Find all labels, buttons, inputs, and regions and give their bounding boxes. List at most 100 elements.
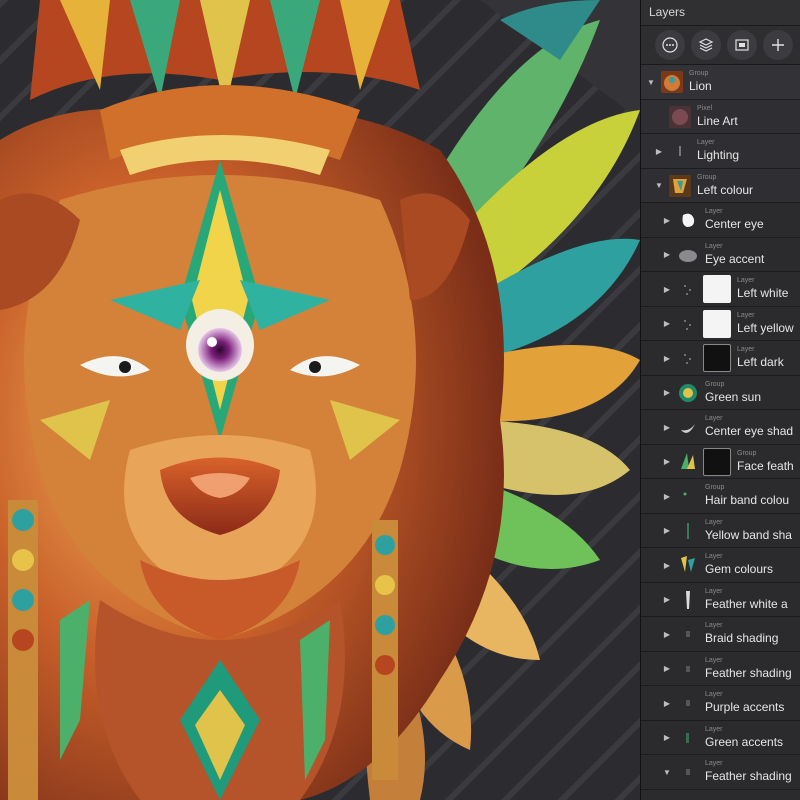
add-layer-icon[interactable] xyxy=(763,30,793,60)
expand-chevron-icon[interactable]: ▶ xyxy=(661,479,673,513)
layer-thumbnail xyxy=(677,727,699,749)
layers-toolbar xyxy=(641,26,800,65)
layer-type-label: Group xyxy=(737,449,757,457)
mask-icon[interactable] xyxy=(727,30,757,60)
expand-chevron-icon[interactable]: ▶ xyxy=(661,307,673,341)
expand-chevron-icon[interactable]: ▶ xyxy=(661,203,673,237)
layer-row[interactable]: ▶ Layer Purple accents xyxy=(641,686,800,721)
layer-type-label: Layer xyxy=(737,311,755,319)
layer-row[interactable]: ▶ Layer Left yellow xyxy=(641,306,800,341)
layer-type-label: Layer xyxy=(737,346,755,353)
expand-chevron-icon[interactable]: ▶ xyxy=(661,410,673,444)
layer-thumbnail xyxy=(677,451,699,473)
layer-thumbnail xyxy=(669,140,691,162)
layer-row[interactable]: ▶ Layer Left white xyxy=(641,272,800,307)
layer-row[interactable]: ▶ Layer Lighting xyxy=(641,134,800,169)
layer-row[interactable]: ▼ Group Left colour xyxy=(641,168,800,203)
layer-row[interactable]: Pixel Line Art xyxy=(641,99,800,134)
panel-title: Layers xyxy=(641,0,800,26)
layer-type-label: Layer xyxy=(705,208,723,215)
layer-row[interactable]: ▶ Layer Yellow band sha xyxy=(641,513,800,548)
layer-thumbnail xyxy=(677,313,699,335)
layer-thumbnail xyxy=(677,761,699,783)
expand-chevron-icon[interactable]: ▶ xyxy=(661,272,673,306)
layer-row[interactable]: ▶ Layer Eye accent xyxy=(641,237,800,272)
layer-row[interactable]: ▶ Group Green sun xyxy=(641,375,800,410)
layer-row[interactable]: ▼ Layer Feather shading xyxy=(641,755,800,790)
expand-chevron-icon[interactable]: ▶ xyxy=(661,652,673,686)
layer-type-label: Group xyxy=(689,70,709,77)
expand-chevron-icon[interactable]: ▶ xyxy=(661,548,673,582)
layer-mask-thumbnail[interactable] xyxy=(703,344,731,372)
expand-chevron-icon[interactable]: ▶ xyxy=(661,238,673,272)
layer-type-label: Layer xyxy=(705,760,723,767)
layer-row[interactable]: ▶ Group Face feath xyxy=(641,444,800,479)
layer-type-label: Layer xyxy=(697,139,715,146)
layer-thumbnail xyxy=(677,347,699,369)
layer-row[interactable]: ▶ Layer Braid shading xyxy=(641,617,800,652)
layer-thumbnail xyxy=(677,244,699,266)
layer-name: Green accents xyxy=(705,734,784,749)
expand-chevron-icon[interactable]: ▶ xyxy=(661,721,673,755)
layer-name: Feather white a xyxy=(705,596,788,611)
document-canvas[interactable] xyxy=(0,0,640,800)
expand-chevron-icon[interactable]: ▶ xyxy=(661,686,673,720)
layer-row[interactable]: ▶ Layer Feather shading xyxy=(641,651,800,686)
layer-row[interactable]: ▶ Layer Center eye shad xyxy=(641,410,800,445)
layer-mask-thumbnail[interactable] xyxy=(703,275,731,303)
layer-thumbnail xyxy=(677,623,699,645)
layer-row[interactable]: ▶ Layer Center eye xyxy=(641,203,800,238)
layer-name: Left white xyxy=(737,286,789,300)
layer-type-label: Layer xyxy=(705,415,723,422)
layer-name: Eye accent xyxy=(705,251,765,266)
layer-mask-thumbnail[interactable] xyxy=(703,309,731,338)
layer-thumbnail xyxy=(677,416,699,438)
layer-row[interactable]: ▶ Layer Feather white a xyxy=(641,582,800,617)
layer-row[interactable]: ▼ Group Lion xyxy=(641,65,800,100)
layer-name: Left colour xyxy=(697,182,754,197)
collapse-chevron-icon[interactable]: ▼ xyxy=(653,169,665,203)
layer-name: Face feath xyxy=(737,458,794,473)
layer-row[interactable]: ▶ Layer Gem colours xyxy=(641,548,800,583)
layer-name: Purple accents xyxy=(705,700,785,714)
layer-mask-thumbnail[interactable] xyxy=(703,447,731,476)
layer-type-label: Pixel xyxy=(697,104,713,112)
more-options-icon[interactable] xyxy=(655,30,685,60)
layer-name: Lion xyxy=(689,79,712,93)
layer-type-label: Layer xyxy=(705,553,723,560)
layer-thumbnail xyxy=(677,278,699,300)
layer-name: Feather shading xyxy=(705,665,792,680)
layer-name: Feather shading xyxy=(705,769,792,783)
layer-type-label: Layer xyxy=(705,242,723,250)
layer-type-label: Layer xyxy=(705,518,723,526)
layers-stack-icon[interactable] xyxy=(691,30,721,60)
expand-chevron-icon[interactable]: ▶ xyxy=(661,617,673,651)
expand-chevron-icon[interactable]: ▶ xyxy=(661,341,673,375)
layer-thumbnail xyxy=(677,589,699,611)
layer-name: Yellow band sha xyxy=(705,527,792,542)
layer-row[interactable]: ▶ Group Hair band colou xyxy=(641,479,800,514)
expand-chevron-icon[interactable]: ▶ xyxy=(661,445,673,479)
layer-name: Hair band colou xyxy=(705,493,790,507)
layer-row[interactable]: ▶ Layer Left dark xyxy=(641,341,800,376)
layer-type-label: Layer xyxy=(705,691,723,698)
layer-type-label: Layer xyxy=(705,725,723,733)
layer-type-label: Group xyxy=(705,484,725,491)
collapse-chevron-icon[interactable]: ▼ xyxy=(645,65,657,99)
layer-type-label: Layer xyxy=(737,277,755,284)
collapse-chevron-icon[interactable]: ▼ xyxy=(661,755,673,789)
lion-artwork xyxy=(0,0,640,800)
layer-name: Gem colours xyxy=(705,562,774,576)
layer-name: Braid shading xyxy=(705,631,779,645)
expand-chevron-icon[interactable]: ▶ xyxy=(661,514,673,548)
layer-name: Left dark xyxy=(737,355,784,369)
layer-thumbnail xyxy=(677,658,699,680)
expand-chevron-icon[interactable]: ▶ xyxy=(661,583,673,617)
expand-chevron-icon[interactable]: ▶ xyxy=(653,134,665,168)
layer-type-label: Layer xyxy=(705,587,723,595)
layer-row[interactable]: ▶ Layer Green accents xyxy=(641,720,800,755)
layer-thumbnail xyxy=(677,520,699,542)
layer-type-label: Group xyxy=(705,380,725,388)
expand-chevron-icon[interactable]: ▶ xyxy=(661,376,673,410)
layer-thumbnail xyxy=(677,554,699,576)
